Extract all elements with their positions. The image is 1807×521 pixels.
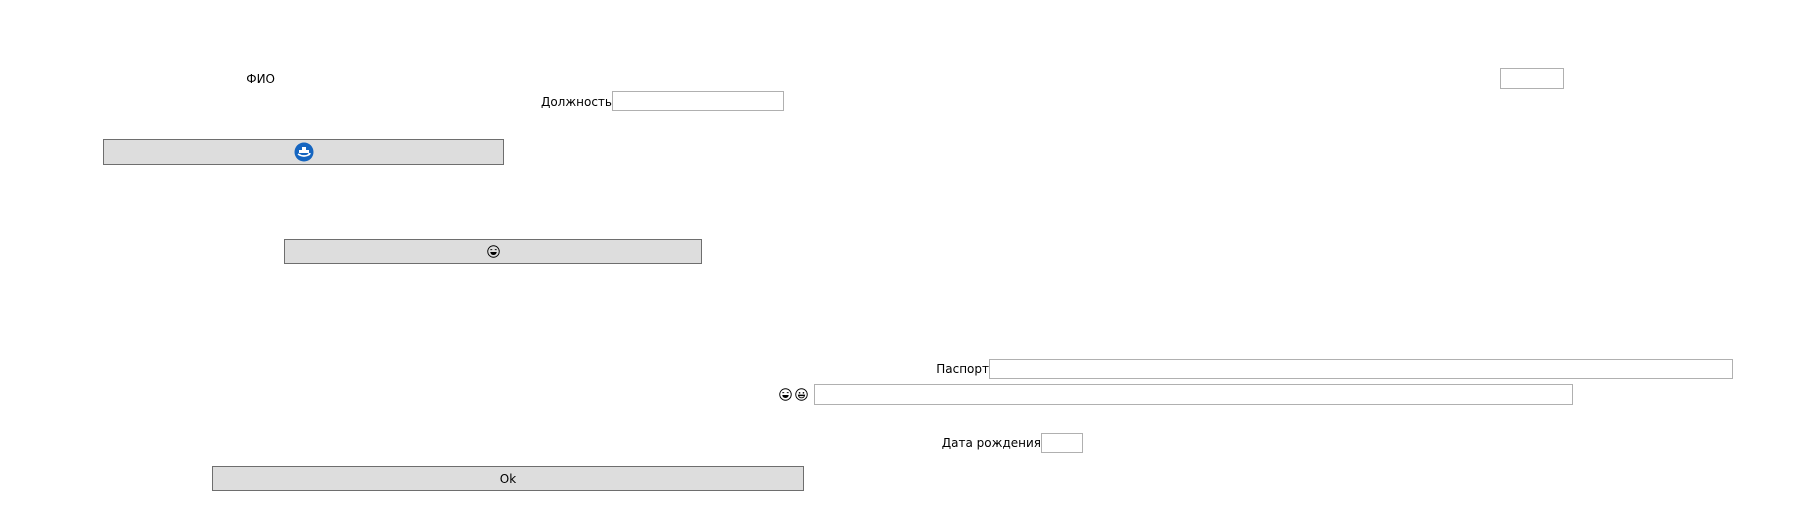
passport-label: Паспорт <box>936 362 989 376</box>
passport-field[interactable] <box>989 359 1733 379</box>
birthdate-field[interactable] <box>1041 433 1083 453</box>
laughing-face-icon <box>779 388 792 401</box>
position-field[interactable] <box>612 91 784 111</box>
grinning-face-icon <box>795 388 808 401</box>
emoji-field[interactable] <box>814 384 1573 405</box>
laughing-face-icon <box>486 245 500 258</box>
birthdate-label: Дата рождения <box>941 436 1041 450</box>
emoji-button[interactable] <box>284 239 702 264</box>
ok-button[interactable]: Ok <box>212 466 804 491</box>
fio-field[interactable] <box>1500 68 1564 89</box>
ship-badge-icon <box>294 142 314 162</box>
emoji-label <box>779 388 808 401</box>
position-label: Должность <box>540 95 612 109</box>
ship-icon-button[interactable] <box>103 139 504 165</box>
fio-label: ФИО <box>246 72 275 86</box>
